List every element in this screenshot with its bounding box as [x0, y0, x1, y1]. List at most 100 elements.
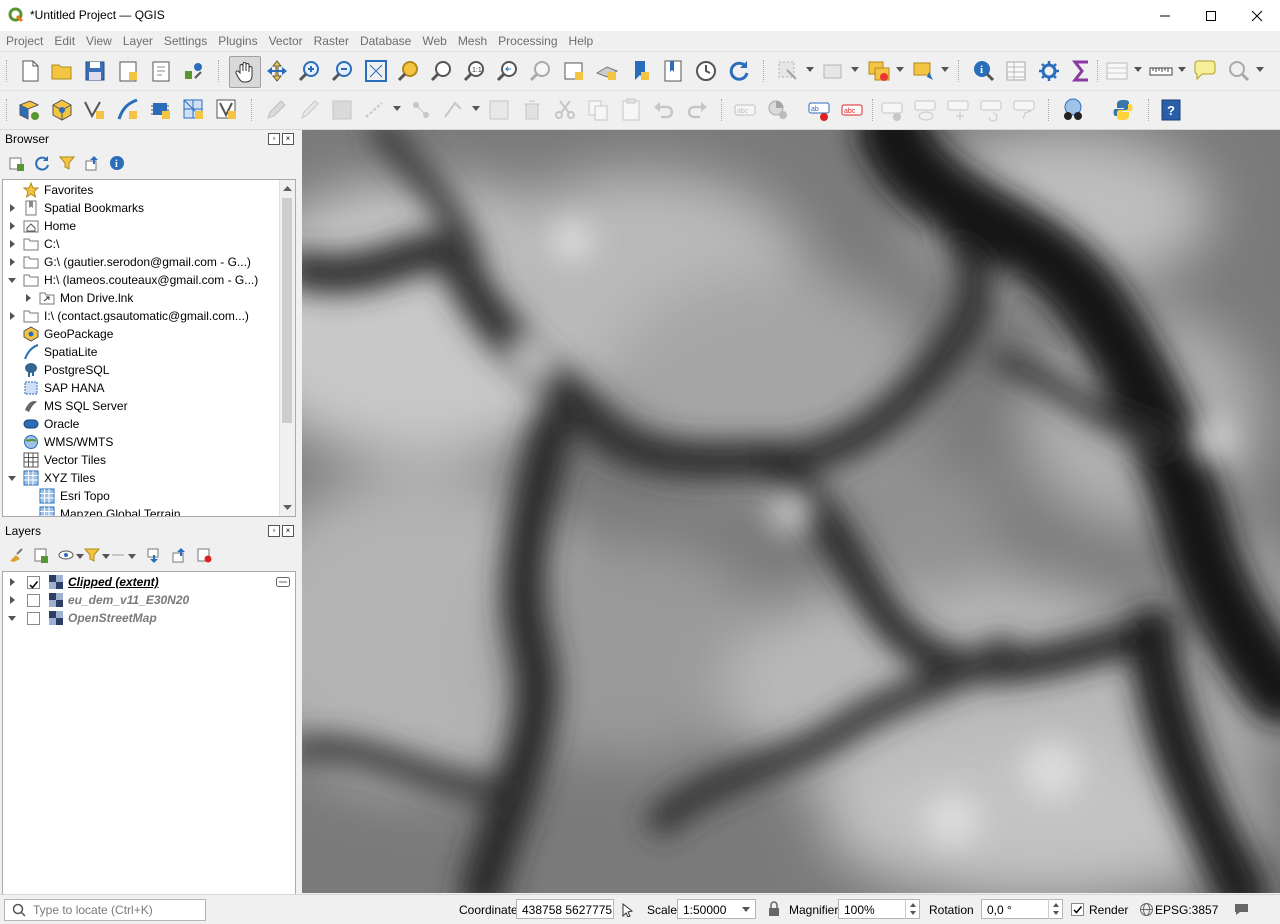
select-value-dropdown-arrow[interactable]	[851, 67, 859, 72]
browser-item[interactable]: Mon Drive.lnk	[23, 289, 278, 307]
maximize-button[interactable]	[1188, 0, 1234, 31]
temporal-controller-button[interactable]	[693, 58, 719, 84]
menu-plugins[interactable]: Plugins	[212, 31, 262, 51]
new-mesh-layer-button[interactable]	[181, 97, 207, 123]
expand-all-icon[interactable]	[146, 547, 162, 563]
coordinate-field[interactable]: 438758 5627775	[516, 899, 614, 919]
browser-item[interactable]: SAP HANA	[7, 379, 278, 397]
browser-item[interactable]: Vector Tiles	[7, 451, 278, 469]
change-label-button[interactable]	[1011, 97, 1037, 123]
menu-project[interactable]: Project	[0, 31, 48, 51]
locator-search-input[interactable]: Type to locate (Ctrl+K)	[4, 899, 206, 921]
quickosm-plugin-button[interactable]	[1060, 97, 1086, 123]
locator-search-button[interactable]	[1226, 58, 1252, 84]
browser-item[interactable]: H:\ (lameos.couteaux@gmail.com - G...)	[7, 271, 278, 289]
browser-item[interactable]: MS SQL Server	[7, 397, 278, 415]
paste-features-button[interactable]	[618, 97, 644, 123]
collapse-all-icon[interactable]	[84, 155, 100, 171]
layer-visibility-checkbox[interactable]	[27, 576, 40, 589]
new-virtual-layer-button[interactable]	[148, 97, 174, 123]
zoom-in-button[interactable]	[297, 58, 323, 84]
new-bookmark-button[interactable]	[627, 58, 653, 84]
expanded-arrow-icon[interactable]	[8, 278, 16, 283]
deselect-features-button[interactable]	[866, 58, 892, 84]
refresh-icon[interactable]	[34, 155, 50, 171]
data-source-manager-button[interactable]	[16, 97, 42, 123]
layer-row[interactable]: eu_dem_v11_E30N20	[7, 591, 291, 609]
text-annotation-button[interactable]	[1104, 58, 1130, 84]
new-print-layout-button[interactable]	[115, 58, 141, 84]
processing-toolbox-button[interactable]	[1036, 58, 1062, 84]
measure-dropdown-arrow[interactable]	[1178, 67, 1186, 72]
select-location-dropdown-arrow[interactable]	[941, 67, 949, 72]
filter-expression-icon[interactable]	[110, 547, 126, 563]
expression-dropdown-arrow[interactable]	[128, 554, 136, 559]
browser-item[interactable]: Mapzen Global Terrain	[23, 505, 278, 516]
messages-icon[interactable]	[1233, 901, 1250, 917]
add-layer-icon[interactable]	[9, 155, 25, 171]
browser-item[interactable]: PostgreSQL	[7, 361, 278, 379]
collapsed-arrow-icon[interactable]	[10, 240, 15, 248]
collapsed-arrow-icon[interactable]	[10, 596, 15, 604]
crs-button[interactable]: EPSG:3857	[1155, 903, 1218, 917]
zoom-out-button[interactable]	[330, 58, 356, 84]
modify-dropdown-arrow[interactable]	[472, 106, 480, 111]
menu-mesh[interactable]: Mesh	[452, 31, 492, 51]
collapsed-arrow-icon[interactable]	[10, 578, 15, 586]
visibility-eye-icon[interactable]	[58, 547, 74, 563]
browser-item[interactable]: Oracle	[7, 415, 278, 433]
layer-indicator-icon[interactable]	[276, 577, 290, 587]
map-canvas[interactable]	[302, 130, 1280, 893]
edits-button[interactable]	[263, 97, 289, 123]
crs-globe-icon[interactable]	[1139, 902, 1154, 917]
browser-item[interactable]: I:\ (contact.gsautomatic@gmail.com...)	[7, 307, 278, 325]
new-3d-map-button[interactable]	[594, 58, 620, 84]
mouse-coordinate-toggle-icon[interactable]	[619, 901, 635, 917]
map-tips-button[interactable]	[1192, 58, 1218, 84]
filter-legend-icon[interactable]	[84, 547, 100, 563]
show-bookmarks-button[interactable]	[660, 58, 686, 84]
browser-item[interactable]: Esri Topo	[23, 487, 278, 505]
style-manager-button[interactable]	[181, 58, 207, 84]
vertex-tool-button[interactable]	[408, 97, 434, 123]
close-button[interactable]	[1234, 0, 1280, 31]
delete-selected-edit-button[interactable]	[486, 97, 512, 123]
rotate-label-button[interactable]	[978, 97, 1004, 123]
close-panel-icon[interactable]: ×	[282, 525, 294, 537]
info-icon[interactable]: i	[109, 155, 125, 171]
cut-features-button[interactable]	[552, 97, 578, 123]
browser-item[interactable]: SpatiaLite	[7, 343, 278, 361]
new-map-view-button[interactable]	[561, 58, 587, 84]
pan-to-selection-button[interactable]	[264, 58, 290, 84]
remove-layer-icon[interactable]	[196, 547, 212, 563]
redo-button[interactable]	[684, 97, 710, 123]
layer-row[interactable]: Clipped (extent)	[7, 573, 291, 591]
layer-labeling-options-button[interactable]: abc	[732, 97, 758, 123]
add-group-icon[interactable]	[33, 547, 49, 563]
new-temporary-layer-button[interactable]	[214, 97, 240, 123]
browser-scrollbar[interactable]	[279, 180, 295, 516]
expanded-arrow-icon[interactable]	[8, 616, 16, 621]
annotation-dropdown-arrow[interactable]	[1134, 67, 1142, 72]
zoom-last-button[interactable]	[495, 58, 521, 84]
style-paint-icon[interactable]	[8, 547, 24, 563]
browser-item[interactable]: G:\ (gautier.serodon@gmail.com - G...)	[7, 253, 278, 271]
browser-item[interactable]: XYZ Tiles	[7, 469, 278, 487]
rotation-spin-arrows[interactable]	[1048, 899, 1063, 919]
scroll-down-icon[interactable]	[280, 500, 295, 514]
pin-labels-button[interactable]: ab	[806, 97, 832, 123]
new-spatialite-layer-button[interactable]	[115, 97, 141, 123]
new-geopackage-layer-button[interactable]	[49, 97, 75, 123]
menu-help[interactable]: Help	[563, 31, 599, 51]
zoom-to-selection-button[interactable]	[396, 58, 422, 84]
menu-raster[interactable]: Raster	[308, 31, 354, 51]
scale-dropdown-arrow[interactable]	[742, 907, 750, 912]
layer-diagram-options-button[interactable]	[765, 97, 791, 123]
zoom-native-button[interactable]: 1:1	[462, 58, 488, 84]
help-contents-button[interactable]: ?	[1158, 97, 1184, 123]
delete-selected-button[interactable]	[519, 97, 545, 123]
new-shapefile-layer-button[interactable]	[82, 97, 108, 123]
menu-edit[interactable]: Edit	[48, 31, 80, 51]
filter-icon[interactable]	[59, 155, 75, 171]
measure-line-button[interactable]	[1148, 58, 1174, 84]
